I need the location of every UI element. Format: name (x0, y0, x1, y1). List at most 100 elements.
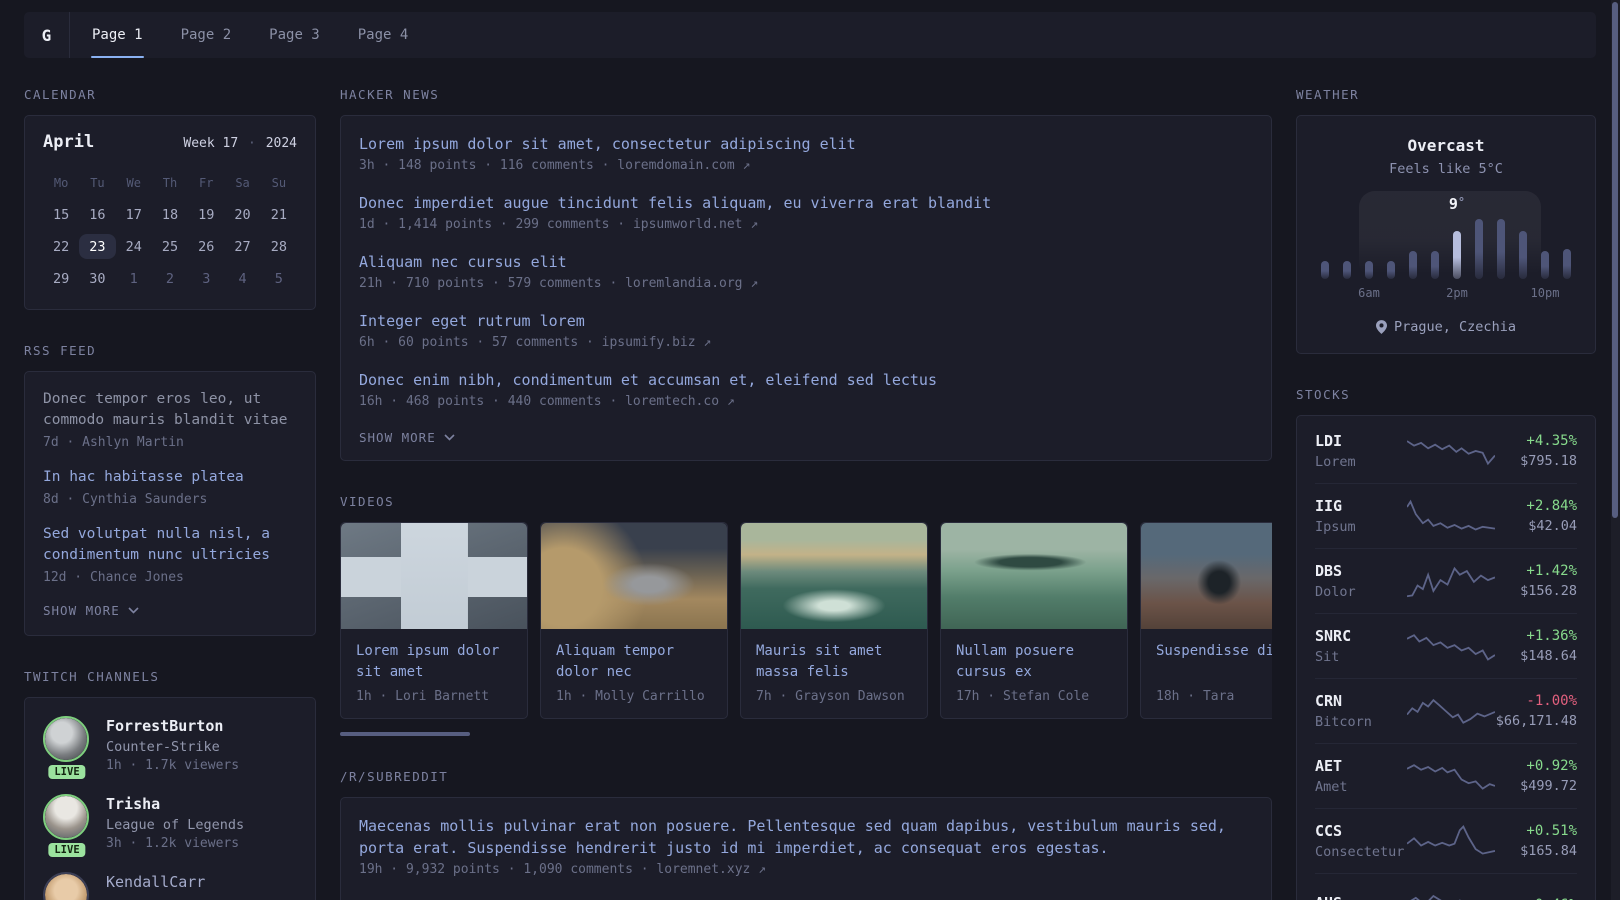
calendar-day: 22 (53, 238, 70, 255)
hn-item-title[interactable]: Donec imperdiet augue tincidunt felis al… (359, 192, 1253, 214)
stock-row[interactable]: CRN Bitcorn -1.00% $66,171.48 (1315, 679, 1577, 744)
video-title[interactable]: Lorem ipsum dolor sit amet consectetu… (356, 641, 512, 683)
stock-name: Bitcorn (1315, 714, 1372, 730)
video-card[interactable]: Aliquam tempor dolor nec pharetra… 1h · … (540, 522, 728, 719)
twitch-channel-info: KendallCarr (106, 872, 205, 900)
video-thumbnail[interactable] (1141, 523, 1272, 629)
video-card[interactable]: Mauris sit amet massa felis 7h · Grayson… (740, 522, 928, 719)
video-thumbnail[interactable] (741, 523, 927, 629)
stock-row[interactable]: LDI Lorem +4.35% $795.18 (1315, 419, 1577, 484)
stock-values: +2.84% $42.04 (1526, 498, 1577, 534)
rss-item-title[interactable]: Donec tempor eros leo, ut commodo mauris… (43, 389, 297, 431)
hn-item-meta: 21h · 710 points · 579 comments · loreml… (359, 276, 1253, 291)
video-title[interactable]: Aliquam tempor dolor nec pharetra… (556, 641, 712, 683)
rss-item-title[interactable]: Sed volutpat nulla nisl, a condimentum n… (43, 524, 297, 566)
twitch-channel-row[interactable]: LIVE Trisha League of Legends 3h · 1.2k … (43, 794, 297, 857)
twitch-channel-info: Trisha League of Legends 3h · 1.2k viewe… (106, 794, 244, 851)
weather-bar (1365, 261, 1373, 279)
twitch-channel-name[interactable]: KendallCarr (106, 872, 205, 892)
app-logo[interactable]: G (24, 12, 70, 58)
stock-symbol: LDI (1315, 432, 1343, 450)
stock-row[interactable]: AET Amet +0.92% $499.72 (1315, 744, 1577, 809)
stock-values: +1.36% $148.64 (1520, 628, 1577, 664)
stock-change: +1.36% (1526, 628, 1577, 644)
stock-sparkline (1407, 693, 1495, 729)
twitch-channel-row[interactable]: LIVE ForrestBurton Counter-Strike 1h · 1… (43, 716, 297, 779)
hn-show-more-button[interactable]: SHOW MORE (359, 430, 1253, 445)
stock-change: -1.00% (1526, 693, 1577, 709)
weather-header: WEATHER (1296, 87, 1360, 102)
stock-values: +4.35% $795.18 (1520, 433, 1577, 469)
live-badge: LIVE (48, 765, 86, 779)
separator-dot: · (248, 136, 256, 151)
calendar-day: 29 (53, 270, 70, 287)
reddit-post-title[interactable]: Maecenas mollis pulvinar erat non posuer… (359, 815, 1253, 859)
hn-item: Aliquam nec cursus elit 21h · 710 points… (359, 251, 1253, 291)
page-scrollbar[interactable] (1611, 0, 1620, 900)
videos-scroll-indicator[interactable] (340, 732, 470, 736)
video-title[interactable]: Nullam posuere cursus ex (956, 641, 1112, 683)
live-badge: LIVE (48, 843, 86, 857)
tab-page-2[interactable]: Page 2 (162, 12, 251, 58)
rss-item-title[interactable]: In hac habitasse platea (43, 467, 297, 488)
video-card[interactable]: Suspendisse diam 18h · Tara (1140, 522, 1272, 719)
calendar-day: 16 (89, 206, 106, 223)
calendar-day: 4 (238, 270, 247, 287)
hn-domain-link[interactable]: ipsumworld.net ↗ (633, 217, 758, 232)
calendar-day: 2 (165, 270, 175, 287)
hn-domain-link[interactable]: loremlandia.org ↗ (625, 276, 758, 291)
weather-bar (1409, 251, 1417, 279)
hn-item-title[interactable]: Integer eget rutrum lorem (359, 310, 1253, 332)
scrollbar-thumb[interactable] (1612, 2, 1618, 518)
reddit-domain-link[interactable]: loremnet.xyz ↗ (656, 862, 766, 877)
video-thumbnail[interactable] (541, 523, 727, 629)
hn-domain-link[interactable]: loremdomain.com ↗ (617, 158, 750, 173)
hn-meta-text: 21h · 710 points · 579 comments · (359, 276, 626, 291)
calendar-card: April Week 17 · 2024 Mo Tu We Th Fr Sa S… (24, 115, 316, 310)
stock-sparkline (1407, 887, 1495, 900)
stock-row[interactable]: SNRC Sit +1.36% $148.64 (1315, 614, 1577, 679)
twitch-channel-row[interactable]: KendallCarr (43, 872, 297, 900)
video-title[interactable]: Suspendisse diam (1156, 641, 1272, 683)
hn-meta-text: 16h · 468 points · 440 comments · (359, 394, 626, 409)
hn-item-title[interactable]: Aliquam nec cursus elit (359, 251, 1253, 273)
video-card-body: Nullam posuere cursus ex 17h · Stefan Co… (941, 629, 1127, 718)
stock-row[interactable]: IIG Ipsum +2.84% $42.04 (1315, 484, 1577, 549)
avatar (45, 718, 87, 760)
twitch-channel-name[interactable]: ForrestBurton (106, 716, 239, 736)
hn-item-meta: 16h · 468 points · 440 comments · loremt… (359, 394, 1253, 409)
stock-symbol: AHS (1315, 894, 1407, 900)
video-thumbnail[interactable] (341, 523, 527, 629)
hn-item: Donec enim nibh, condimentum et accumsan… (359, 369, 1253, 409)
hn-domain-link[interactable]: ipsumify.biz ↗ (602, 335, 712, 350)
video-card[interactable]: Lorem ipsum dolor sit amet consectetu… 1… (340, 522, 528, 719)
weather-bar (1563, 249, 1571, 279)
stock-row[interactable]: AHS +0.46% (1315, 874, 1577, 900)
twitch-channel-name[interactable]: Trisha (106, 794, 244, 814)
hn-item-title[interactable]: Lorem ipsum dolor sit amet, consectetur … (359, 133, 1253, 155)
time-label: 6am (1358, 286, 1380, 300)
tab-page-3[interactable]: Page 3 (250, 12, 339, 58)
rss-show-more-button[interactable]: SHOW MORE (43, 603, 297, 618)
stock-row[interactable]: DBS Dolor +1.42% $156.28 (1315, 549, 1577, 614)
video-title[interactable]: Mauris sit amet massa felis (756, 641, 912, 683)
twitch-channel-category[interactable]: League of Legends (106, 817, 244, 833)
stock-sparkline (1407, 823, 1495, 859)
stock-row[interactable]: CCS Consectetur +0.51% $165.84 (1315, 809, 1577, 874)
stock-name: Amet (1315, 779, 1348, 795)
stock-name: Ipsum (1315, 519, 1356, 535)
calendar-header: CALENDAR (24, 87, 97, 102)
twitch-channel-category[interactable]: Counter-Strike (106, 739, 239, 755)
rss-item-meta: 12d · Chance Jones (43, 570, 184, 585)
hn-domain-link[interactable]: loremtech.co ↗ (625, 394, 735, 409)
stock-values: +0.92% $499.72 (1520, 758, 1577, 794)
stock-id: DBS Dolor (1315, 562, 1407, 600)
video-thumbnail[interactable] (941, 523, 1127, 629)
tab-page-1[interactable]: Page 1 (73, 12, 162, 58)
tab-page-4[interactable]: Page 4 (339, 12, 428, 58)
video-card[interactable]: Nullam posuere cursus ex 17h · Stefan Co… (940, 522, 1128, 719)
twitch-channel-meta: 1h · 1.7k viewers (106, 758, 240, 773)
chevron-down-icon (444, 434, 455, 441)
video-meta: 1h · Lori Barnett (356, 689, 490, 704)
hn-item-title[interactable]: Donec enim nibh, condimentum et accumsan… (359, 369, 1253, 391)
